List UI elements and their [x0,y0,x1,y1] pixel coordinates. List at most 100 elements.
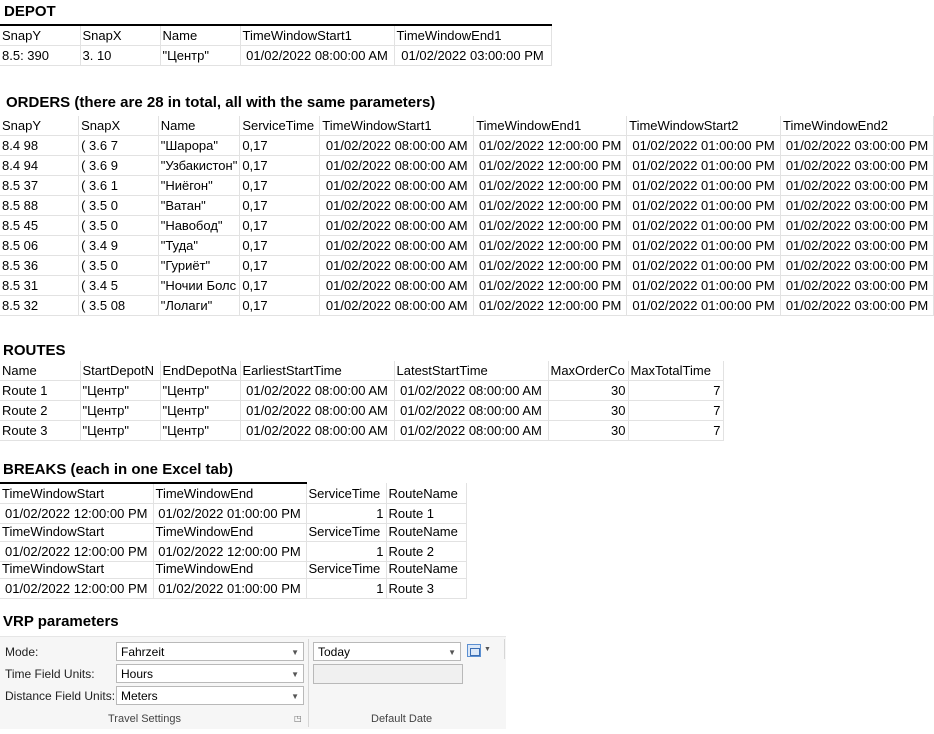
table-cell[interactable]: 01/02/2022 01:00:00 PM [153,578,307,599]
column-header[interactable]: TimeWindowEnd [153,522,307,542]
table-cell[interactable]: 01/02/2022 08:00:00 AM [319,195,475,216]
table-cell[interactable]: 01/02/2022 01:00:00 PM [626,235,782,256]
column-header[interactable]: TimeWindowStart2 [626,116,782,136]
column-header[interactable]: ServiceTime [239,116,321,136]
column-header[interactable]: MaxOrderCo [548,361,629,381]
table-cell[interactable]: "Узбакистон" [158,155,241,176]
column-header[interactable]: ServiceTime [306,559,387,579]
table-cell[interactable]: 01/02/2022 01:00:00 PM [626,195,782,216]
table-cell[interactable]: 8.5: 390 [0,45,81,66]
table-cell[interactable]: "Туда" [158,235,241,256]
column-header[interactable]: SnapY [0,116,80,136]
time-units-dropdown[interactable]: Hours ▼ [116,664,304,683]
table-cell[interactable]: 01/02/2022 08:00:00 AM [319,295,475,316]
table-cell[interactable]: 01/02/2022 01:00:00 PM [626,175,782,196]
table-cell[interactable]: ( 3.6 1 [78,175,159,196]
table-cell[interactable]: 01/02/2022 03:00:00 PM [780,295,934,316]
table-cell[interactable]: 8.4 98 [0,135,80,156]
table-cell[interactable]: "Центр" [160,400,241,421]
table-cell[interactable]: 0,17 [239,295,321,316]
table-cell[interactable]: 01/02/2022 08:00:00 AM [394,380,549,401]
dialog-launcher-icon[interactable]: ◳ [294,714,302,723]
table-cell[interactable]: 01/02/2022 08:00:00 AM [240,420,395,441]
table-cell[interactable]: 7 [628,380,724,401]
table-cell[interactable]: 01/02/2022 12:00:00 PM [0,578,154,599]
table-cell[interactable]: Route 1 [0,380,81,401]
table-cell[interactable]: 01/02/2022 03:00:00 PM [780,235,934,256]
table-cell[interactable]: 01/02/2022 01:00:00 PM [626,155,782,176]
table-cell[interactable]: 8.5 06 [0,235,80,256]
column-header[interactable]: EndDepotNa [160,361,241,381]
table-cell[interactable]: 01/02/2022 01:00:00 PM [153,503,307,524]
column-header[interactable]: MaxTotalTime [628,361,724,381]
table-cell[interactable]: Route 1 [386,503,467,524]
column-header[interactable]: Name [160,24,241,46]
table-cell[interactable]: "Центр" [160,45,241,66]
table-cell[interactable]: 01/02/2022 03:00:00 PM [780,175,934,196]
table-cell[interactable]: 1 [306,503,387,524]
table-cell[interactable]: 01/02/2022 01:00:00 PM [626,255,782,276]
table-cell[interactable]: 1 [306,578,387,599]
table-cell[interactable]: 01/02/2022 12:00:00 PM [0,503,154,524]
table-cell[interactable]: 01/02/2022 08:00:00 AM [319,255,475,276]
table-cell[interactable]: ( 3.5 0 [78,255,159,276]
table-cell[interactable]: "Центр" [80,380,161,401]
column-header[interactable]: LatestStartTime [394,361,549,381]
table-cell[interactable]: 01/02/2022 08:00:00 AM [319,135,475,156]
table-cell[interactable]: 01/02/2022 08:00:00 AM [319,235,475,256]
table-cell[interactable]: 01/02/2022 08:00:00 AM [319,275,475,296]
column-header[interactable]: TimeWindowEnd1 [394,24,552,46]
table-cell[interactable]: 01/02/2022 12:00:00 PM [473,195,628,216]
column-header[interactable]: ServiceTime [306,483,387,504]
table-cell[interactable]: 01/02/2022 03:00:00 PM [780,195,934,216]
table-cell[interactable]: "Лолаги" [158,295,241,316]
column-header[interactable]: TimeWindowEnd2 [780,116,934,136]
chevron-down-icon[interactable]: ▼ [484,646,491,653]
table-cell[interactable]: 01/02/2022 12:00:00 PM [473,235,628,256]
table-cell[interactable]: "Центр" [80,420,161,441]
date-textbox[interactable] [313,664,463,684]
column-header[interactable]: TimeWindowStart [0,482,154,504]
table-cell[interactable]: 01/02/2022 03:00:00 PM [780,255,934,276]
column-header[interactable]: TimeWindowStart [0,522,154,542]
column-header[interactable]: ServiceTime [306,522,387,542]
table-cell[interactable]: 01/02/2022 08:00:00 AM [240,45,395,66]
column-header[interactable]: RouteName [386,559,467,579]
table-cell[interactable]: ( 3.5 0 [78,195,159,216]
column-header[interactable]: EarliestStartTime [240,361,395,381]
table-cell[interactable]: 0,17 [239,155,321,176]
table-cell[interactable]: 0,17 [239,135,321,156]
table-cell[interactable]: 01/02/2022 12:00:00 PM [473,295,628,316]
table-cell[interactable]: 30 [548,420,629,441]
column-header[interactable]: TimeWindowStart1 [319,116,475,136]
date-dropdown[interactable]: Today ▼ [313,642,461,661]
calendar-icon[interactable] [467,644,481,657]
table-cell[interactable]: 01/02/2022 03:00:00 PM [780,275,934,296]
table-cell[interactable]: "Шарора" [158,135,241,156]
column-header[interactable]: TimeWindowStart [0,559,154,579]
column-header[interactable]: RouteName [386,483,467,504]
table-cell[interactable]: 01/02/2022 08:00:00 AM [240,380,395,401]
table-cell[interactable]: 0,17 [239,275,321,296]
table-cell[interactable]: 30 [548,400,629,421]
table-cell[interactable]: 01/02/2022 01:00:00 PM [626,295,782,316]
table-cell[interactable]: 8.5 32 [0,295,80,316]
table-cell[interactable]: 01/02/2022 08:00:00 AM [240,400,395,421]
table-cell[interactable]: ( 3.5 08 [78,295,159,316]
table-cell[interactable]: 8.4 94 [0,155,80,176]
mode-dropdown[interactable]: Fahrzeit ▼ [116,642,304,661]
table-cell[interactable]: 0,17 [239,235,321,256]
column-header[interactable]: StartDepotN [80,361,161,381]
table-cell[interactable]: 01/02/2022 03:00:00 PM [780,155,934,176]
table-cell[interactable]: 01/02/2022 08:00:00 AM [394,420,549,441]
table-cell[interactable]: "Ночии Болс [158,275,241,296]
column-header[interactable]: TimeWindowEnd [153,482,307,504]
table-cell[interactable]: 7 [628,420,724,441]
table-cell[interactable]: 01/02/2022 01:00:00 PM [626,215,782,236]
table-cell[interactable]: "Центр" [160,420,241,441]
table-cell[interactable]: ( 3.5 0 [78,215,159,236]
column-header[interactable]: TimeWindowEnd [153,559,307,579]
table-cell[interactable]: 30 [548,380,629,401]
table-cell[interactable]: 8.5 37 [0,175,80,196]
table-cell[interactable]: 01/02/2022 08:00:00 AM [319,155,475,176]
